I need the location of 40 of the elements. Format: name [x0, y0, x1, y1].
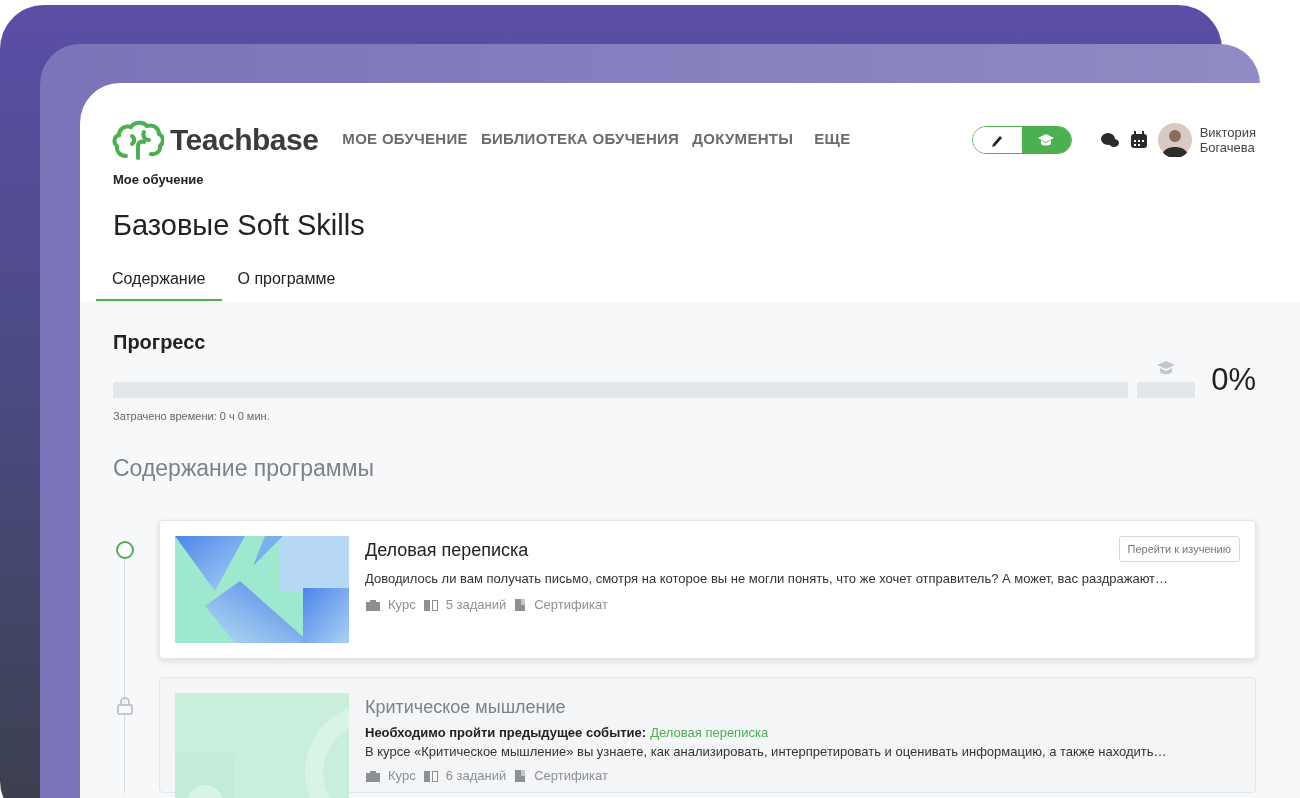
start-learning-button[interactable]: Перейти к изучению	[1118, 535, 1240, 562]
tab[interactable]: О программе	[221, 267, 352, 301]
nav-link[interactable]: БИБЛИОТЕКА ОБУЧЕНИЯ	[480, 128, 680, 151]
course-title: Критическое мышление	[365, 695, 566, 718]
avatar	[1157, 122, 1192, 157]
meta-label: 6 заданий	[445, 766, 507, 785]
learn-mode-button[interactable]	[1021, 126, 1071, 153]
course-description: Доводилось ли вам получать письмо, смотря на которое вы не могли понять, что же хочет отправитель? А может, вас раздражают…	[365, 570, 1170, 588]
document-icon	[513, 598, 528, 612]
book-icon	[422, 598, 439, 612]
page-title: Базовые Soft Skills	[112, 207, 366, 243]
document-icon	[513, 768, 528, 783]
graduation-cap-icon	[1156, 359, 1177, 376]
mode-toggle[interactable]	[971, 125, 1072, 154]
brand-name: Teachbase	[170, 122, 319, 158]
meta-label: Курс	[388, 596, 416, 614]
requirement-text: Необходимо пройти предыдущее событие:	[365, 723, 647, 742]
progress-percent: 0%	[1211, 361, 1256, 399]
meta-label: 5 заданий	[445, 596, 507, 614]
nav-link[interactable]: ЕЩЕ	[814, 128, 851, 151]
chat-icon	[1099, 130, 1120, 149]
meta-label: Курс	[388, 766, 416, 785]
meta-label: Сертификат	[534, 766, 608, 785]
course-title: Деловая переписка	[365, 538, 529, 561]
nav-link[interactable]: ДОКУМЕНТЫ	[692, 128, 794, 151]
nav-link[interactable]: МОЕ ОБУЧЕНИЕ	[342, 128, 468, 151]
meta-label: Сертификат	[534, 596, 608, 614]
course-description: В курсе «Критическое мышление» вы узнаете, как анализировать, интерпретировать и оценивать информацию, а также находить…	[365, 742, 1168, 761]
user-first-name: Виктория	[1199, 124, 1256, 140]
calendar-icon	[1129, 130, 1148, 149]
breadcrumb[interactable]: Мое обучение	[80, 170, 1300, 190]
user-last-name: Богачева	[1199, 139, 1256, 155]
briefcase-icon	[365, 598, 381, 612]
progress-heading: Прогресс	[113, 330, 207, 355]
book-icon	[422, 768, 439, 783]
section-title: Содержание программы	[113, 454, 375, 483]
time-spent: Затрачено времени: 0 ч 0 мин.	[113, 408, 271, 424]
briefcase-icon	[365, 768, 381, 783]
graduation-cap-icon	[1037, 132, 1056, 147]
course-card[interactable]: Деловая переписка Перейти к изучению Доводилось ли вам получать письмо, смотря на которое вы не могли понять, что же хочет отправитель? А может, вас раздражают… Курс 5 заданий Сертификат	[159, 519, 1256, 659]
